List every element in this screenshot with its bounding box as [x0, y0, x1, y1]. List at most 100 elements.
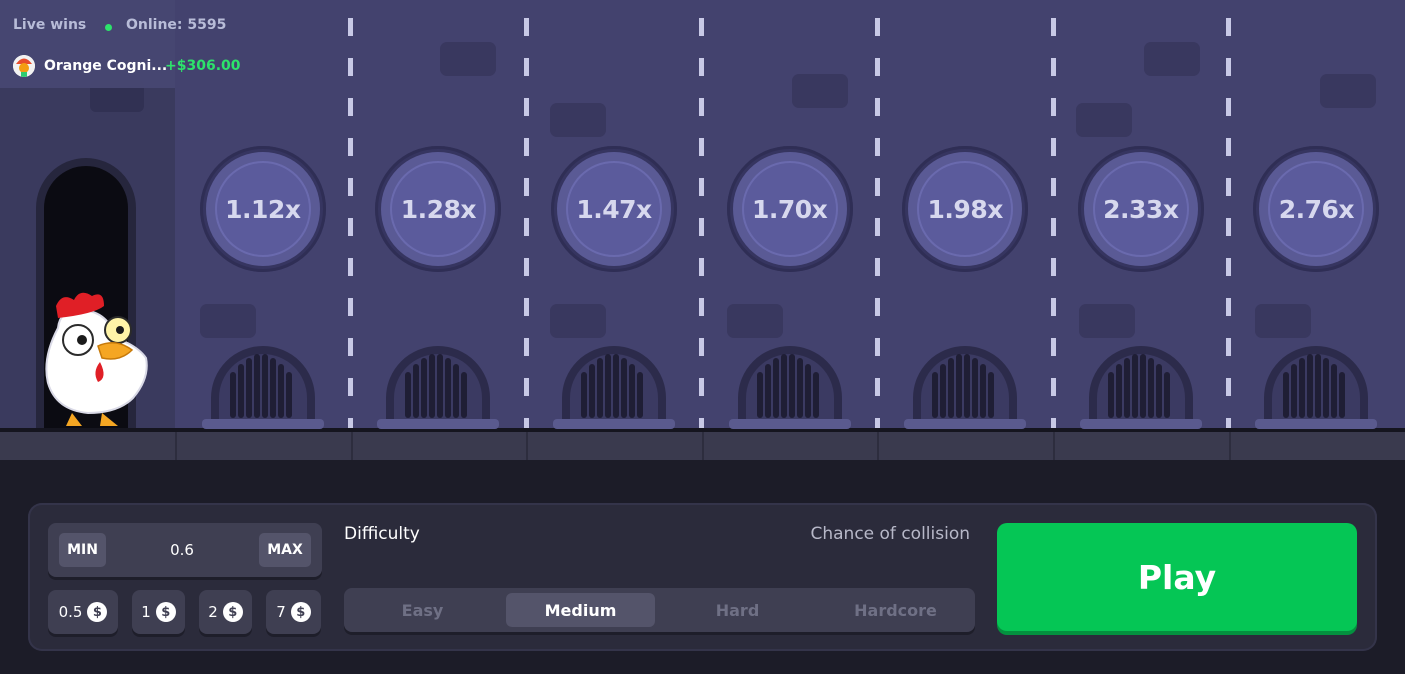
multiplier-coin: 1.47x	[551, 146, 677, 272]
wall-brick	[1076, 103, 1132, 137]
grate-bar	[605, 354, 611, 418]
grate-bar	[229, 372, 236, 418]
chicken-character	[45, 292, 148, 426]
grate-bar	[788, 354, 795, 418]
online-status-dot-icon	[105, 24, 112, 31]
quick-bet-button-7[interactable]: 7 $	[266, 590, 321, 634]
player-name: Orange Cogni...	[44, 58, 168, 74]
grate-bar	[621, 358, 627, 418]
wall-brick	[550, 304, 606, 338]
dollar-coin-icon: $	[87, 602, 108, 622]
sewer-grate	[386, 346, 491, 424]
grate-bar	[629, 364, 635, 418]
online-count: Online: 5595	[126, 17, 227, 33]
floor-tile	[526, 432, 704, 460]
quick-bet-amount: 0.5	[58, 603, 83, 621]
grate-bar	[285, 372, 292, 418]
wall-brick	[1144, 42, 1200, 76]
min-bet-button[interactable]: MIN	[59, 533, 106, 567]
multiplier-coin: 1.70x	[726, 146, 853, 272]
floor-tile	[175, 432, 353, 460]
multiplier-value: 1.47x	[566, 161, 662, 257]
grate-bar	[1323, 358, 1330, 418]
quick-bet-button-1[interactable]: 1 $	[132, 590, 185, 634]
multiplier-coin: 1.98x	[902, 146, 1029, 272]
max-bet-button[interactable]: MAX	[259, 533, 311, 567]
grate-bar	[237, 364, 244, 418]
grate-bar	[1139, 354, 1146, 418]
wall-brick	[727, 304, 783, 338]
grate-bar	[1115, 364, 1122, 418]
grate-base	[728, 419, 851, 429]
grate-bar	[1291, 364, 1298, 418]
grate-bar	[1155, 364, 1162, 418]
grate-base	[201, 419, 324, 429]
grate-bar	[1339, 372, 1346, 418]
difficulty-option-easy[interactable]: Easy	[348, 593, 497, 627]
grate-bar	[589, 364, 595, 418]
grate-bar	[245, 358, 252, 418]
play-button[interactable]: Play	[997, 523, 1357, 631]
lane-divider	[699, 18, 705, 428]
grate-bar	[812, 372, 819, 418]
quick-bet-amount: 7	[276, 603, 286, 621]
grate-bar	[445, 358, 452, 418]
floor-tile	[1053, 432, 1231, 460]
grate-bar	[613, 354, 619, 418]
multiplier-coin: 1.28x	[375, 146, 502, 272]
grate-bar	[1331, 364, 1338, 418]
grate-bar	[972, 358, 979, 418]
grate-bar	[780, 354, 787, 418]
difficulty-label: Difficulty	[344, 524, 420, 544]
difficulty-option-hard[interactable]: Hard	[663, 593, 812, 627]
difficulty-option-hardcore[interactable]: Hardcore	[821, 593, 970, 627]
multiplier-value: 1.28x	[390, 161, 487, 257]
sewer-grate	[737, 346, 842, 424]
quick-bet-button-0.5[interactable]: 0.5 $	[48, 590, 118, 634]
lane-divider	[874, 18, 880, 428]
multiplier-coin: 1.12x	[199, 146, 326, 272]
multiplier-value: 1.70x	[741, 161, 838, 257]
bet-amount-input[interactable]: 0.6	[107, 533, 257, 567]
lane-divider	[1226, 18, 1232, 428]
wall-brick	[200, 304, 256, 338]
grate-bar	[437, 354, 444, 418]
floor-tile	[701, 432, 880, 460]
multiplier-coin: 2.33x	[1077, 146, 1204, 272]
player-avatar	[13, 55, 35, 77]
grate-base	[377, 419, 500, 429]
sewer-grate	[562, 346, 666, 424]
wall-brick	[1079, 304, 1135, 338]
grate-bar	[796, 358, 803, 418]
grate-base	[1255, 419, 1378, 429]
win-amount: +$306.00	[165, 58, 241, 74]
grate-bar	[429, 354, 436, 418]
difficulty-option-medium[interactable]: Medium	[506, 593, 655, 627]
quick-bet-button-2[interactable]: 2 $	[199, 590, 252, 634]
live-wins-title: Live wins	[13, 17, 87, 33]
floor-tile	[350, 432, 529, 460]
sewer-grate	[210, 346, 315, 424]
wall-brick	[1255, 304, 1311, 338]
multiplier-value: 1.98x	[917, 161, 1014, 257]
grate-bar	[1315, 354, 1322, 418]
wall-brick	[792, 74, 848, 108]
sewer-grate	[1264, 346, 1369, 424]
multiplier-coin: 2.76x	[1253, 146, 1380, 272]
grate-bar	[453, 364, 460, 418]
grate-bar	[421, 358, 428, 418]
multiplier-value: 2.33x	[1092, 161, 1189, 257]
grate-bar	[1307, 354, 1314, 418]
quick-bet-amount: 2	[208, 603, 218, 621]
grate-bar	[980, 364, 987, 418]
quick-bet-amount: 1	[141, 603, 151, 621]
grate-bar	[253, 354, 260, 418]
sewer-grate	[1088, 346, 1193, 424]
grate-bar	[756, 372, 763, 418]
wall-brick	[440, 42, 496, 76]
grate-bar	[764, 364, 771, 418]
multiplier-value: 1.12x	[214, 161, 311, 257]
grate-bar	[277, 364, 284, 418]
grate-bar	[1107, 372, 1114, 418]
live-win-row: Orange Cogni...	[0, 50, 175, 86]
